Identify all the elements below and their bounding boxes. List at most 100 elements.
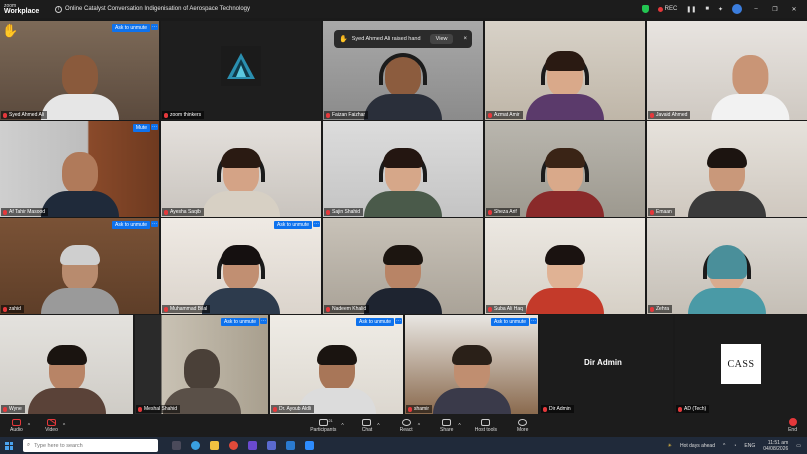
shield-icon[interactable] <box>641 5 649 13</box>
video-tile[interactable]: Azmat Amir <box>485 21 645 120</box>
mail-icon[interactable] <box>286 441 295 450</box>
taskbar-search[interactable]: ⌕ <box>23 439 158 452</box>
video-tile[interactable]: ✋ Ask to unmute ··· Syed Ahmed Ali <box>0 21 159 120</box>
host-tools-button[interactable]: Host tools <box>475 418 497 433</box>
stop-icon[interactable]: ■ <box>705 6 709 12</box>
participant-name: Muhammad Bilal <box>162 305 211 313</box>
network-icon[interactable]: ◔ <box>733 443 736 449</box>
app-icon[interactable] <box>248 441 257 450</box>
video-tile[interactable]: Ayesha Saqib <box>161 121 321 217</box>
edge-icon[interactable] <box>191 441 200 450</box>
meeting-title: Online Catalyst Conversation Indigenisat… <box>65 6 251 12</box>
zoom-brand: zoom Workplace <box>0 3 50 15</box>
video-tile[interactable]: Ask to unmute ··· Muhammad Bilal <box>161 218 321 314</box>
notifications-icon[interactable]: ▭ <box>796 443 801 449</box>
end-button[interactable]: End <box>788 418 797 433</box>
info-icon[interactable]: i <box>55 5 62 13</box>
ask-to-unmute-button[interactable]: Ask to unmute <box>221 318 259 326</box>
language-indicator[interactable]: ENG <box>744 443 755 449</box>
participant-video <box>364 148 442 217</box>
share-chevron-icon[interactable]: ^ <box>458 423 460 429</box>
task-view-icon[interactable] <box>172 441 181 450</box>
participants-chevron-icon[interactable]: ^ <box>341 423 343 429</box>
ask-to-unmute-button[interactable]: Ask to unmute <box>356 318 394 326</box>
video-tile[interactable]: zoom thinkers <box>161 21 321 120</box>
ask-to-unmute-button[interactable]: Ask to unmute <box>491 318 529 326</box>
camera-off-icon <box>47 418 56 426</box>
chrome-icon[interactable] <box>229 441 238 450</box>
video-label: Video <box>45 426 58 433</box>
more-options-icon[interactable]: ··· <box>151 221 158 227</box>
mic-muted-icon <box>273 406 277 412</box>
tray-chevron-icon[interactable]: ^ <box>723 443 725 449</box>
ask-to-unmute-button[interactable]: Ask to unmute <box>274 221 312 229</box>
more-options-icon[interactable]: ··· <box>313 221 320 227</box>
participant-name: Emaan <box>648 208 675 216</box>
clock[interactable]: 11:51 am 04/08/2026 <box>763 440 788 452</box>
close-icon[interactable]: ✕ <box>789 6 799 13</box>
chat-button[interactable]: Chat <box>362 418 372 433</box>
video-tile-active-speaker[interactable]: Mute ··· Af Tahir Masood <box>0 121 159 217</box>
participant-video <box>526 148 604 217</box>
participants-button[interactable]: 21 Participants <box>310 418 336 433</box>
minimize-icon[interactable]: – <box>751 6 761 12</box>
video-tile[interactable]: Sheza Arif <box>485 121 645 217</box>
participant-name: Javaid Ahmed <box>648 111 691 119</box>
video-tile[interactable]: Javaid Ahmed <box>647 21 807 120</box>
share-button[interactable]: Share <box>440 418 453 433</box>
participant-name: zoom thinkers <box>162 111 205 119</box>
video-tile[interactable]: Sajin Shahid <box>323 121 483 217</box>
ask-to-unmute-button[interactable]: Ask to unmute <box>112 221 150 229</box>
view-button[interactable]: View <box>429 34 454 44</box>
zoom-taskbar-icon[interactable] <box>305 441 314 450</box>
video-tile[interactable]: Nadeem Khalid <box>323 218 483 314</box>
video-tile-off[interactable]: Dir Admin Dir Admin <box>540 315 673 414</box>
participant-video <box>40 55 119 120</box>
video-tile[interactable]: Wyne <box>0 315 133 414</box>
pause-icon[interactable]: ❚❚ <box>686 6 696 13</box>
audio-options-chevron-icon[interactable]: ^ <box>28 423 30 429</box>
participant-video <box>526 51 604 120</box>
video-tile[interactable]: Ask to unmute ··· Dr. Ayoub Aldli <box>270 315 403 414</box>
weather-icon[interactable]: ☀ <box>667 443 671 449</box>
video-tile[interactable]: Ask to unmute ··· zahid <box>0 218 159 314</box>
weather-text[interactable]: Hot days ahead <box>680 443 715 449</box>
more-button[interactable]: More <box>517 418 528 433</box>
audio-button[interactable]: Audio <box>10 418 23 433</box>
restore-icon[interactable]: ❐ <box>770 6 780 13</box>
more-options-icon[interactable]: ··· <box>530 318 537 324</box>
more-options-icon[interactable]: ··· <box>151 124 158 130</box>
more-options-icon[interactable]: ··· <box>151 24 158 30</box>
react-label: React <box>399 426 413 433</box>
react-button[interactable]: React <box>399 418 413 433</box>
file-explorer-icon[interactable] <box>210 441 219 450</box>
participant-name: Dr. Ayoub Aldli <box>271 405 315 413</box>
video-tile[interactable]: Ask to unmute ··· Meshal Shahid <box>135 315 268 414</box>
ask-to-unmute-button[interactable]: Ask to unmute <box>112 24 150 32</box>
video-options-chevron-icon[interactable]: ^ <box>63 423 65 429</box>
video-tile[interactable]: Emaan <box>647 121 807 217</box>
mute-button[interactable]: Mute <box>132 124 150 132</box>
chat-chevron-icon[interactable]: ^ <box>377 423 379 429</box>
video-tile[interactable]: Zehra <box>647 218 807 314</box>
video-button[interactable]: Video <box>45 418 58 433</box>
meeting-title-area[interactable]: i Online Catalyst Conversation Indigenis… <box>55 5 251 13</box>
zoom-thinkers-logo <box>221 45 261 86</box>
react-chevron-icon[interactable]: ^ <box>418 423 420 429</box>
video-tile[interactable]: Suba Ali Haq <box>485 218 645 314</box>
participant-name: Azmat Amir <box>486 111 523 119</box>
more-options-icon[interactable]: ··· <box>395 318 402 324</box>
close-icon[interactable]: × <box>457 36 467 42</box>
video-tile[interactable]: Ask to unmute ··· shamir <box>405 315 538 414</box>
more-options-icon[interactable]: ··· <box>260 318 267 324</box>
rec-label: REC <box>664 6 678 12</box>
mic-muted-icon <box>164 306 168 312</box>
teams-icon[interactable] <box>267 441 276 450</box>
recording-indicator[interactable]: REC <box>657 6 678 12</box>
windows-start-icon[interactable] <box>5 441 13 450</box>
video-tile-off[interactable]: CASS AD (Tech) <box>675 315 807 414</box>
user-avatar[interactable] <box>732 4 742 14</box>
search-input[interactable] <box>34 442 125 449</box>
participant-name: Faizan Faizhar <box>324 111 369 119</box>
effects-icon[interactable]: ✦ <box>718 6 723 13</box>
